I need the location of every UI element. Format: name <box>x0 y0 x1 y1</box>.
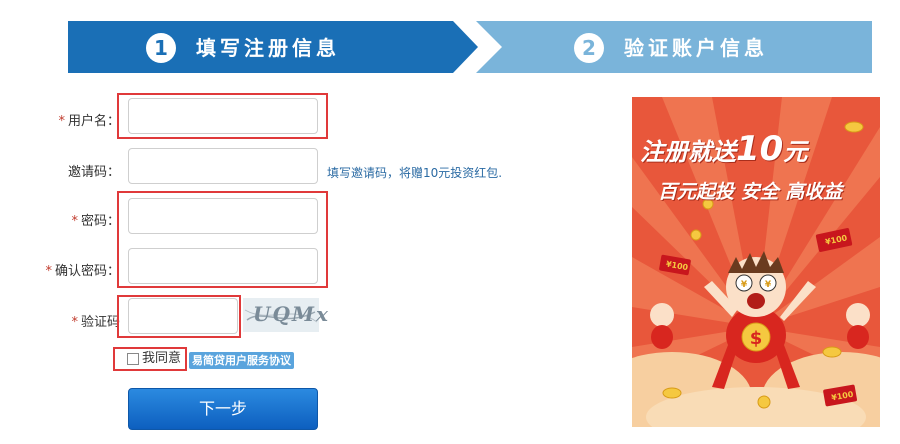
step-1-number: 1 <box>146 33 176 63</box>
captcha-label: * 验证码 <box>30 313 120 333</box>
password-label: * 密码： <box>30 212 120 232</box>
promo-banner[interactable]: ¥100 ¥100 ¥100 $ ¥ ¥ 注册就送10元 百元起投 安全 高收益 <box>632 97 880 427</box>
next-button[interactable]: 下一步 <box>128 388 318 430</box>
invite-label-text: 邀请码： <box>67 165 120 180</box>
svg-text:¥: ¥ <box>765 280 772 290</box>
step-2-label: 验证账户信息 <box>624 36 768 60</box>
step-2: 2 验证账户信息 <box>476 21 872 73</box>
step-2-number: 2 <box>574 33 604 63</box>
password-label-text: 密码： <box>80 214 120 229</box>
promo-amount: 10 <box>736 129 784 169</box>
confirm-password-label: * 确认密码： <box>30 262 120 282</box>
captcha-label-text: 验证码 <box>80 315 120 330</box>
confirm-password-label-text: 确认密码： <box>54 264 120 279</box>
captcha-text: UQMx <box>253 302 330 326</box>
required-mark: * <box>45 264 52 279</box>
required-mark: * <box>71 315 78 330</box>
promo-subtitle: 百元起投 安全 高收益 <box>658 181 843 203</box>
invite-code-input[interactable] <box>128 148 318 184</box>
svg-text:$: $ <box>750 328 763 349</box>
promo-title-text: 注册就送 <box>640 138 736 166</box>
svg-text:¥: ¥ <box>741 280 748 290</box>
agree-highlight <box>113 347 187 371</box>
promo-title: 注册就送10元 <box>640 129 807 169</box>
username-label: * 用户名： <box>30 112 120 132</box>
captcha-image[interactable]: UQMx <box>243 298 328 332</box>
required-mark: * <box>58 114 65 129</box>
promo-unit: 元 <box>783 138 808 166</box>
username-label-text: 用户名： <box>67 114 120 129</box>
terms-link[interactable]: 易简贷用户服务协议 <box>189 352 294 369</box>
required-mark: * <box>71 214 78 229</box>
invite-label: 邀请码： <box>30 163 120 183</box>
step-1-label: 填写注册信息 <box>196 36 340 60</box>
step-1: 1 填写注册信息 <box>68 21 478 73</box>
username-highlight <box>117 93 328 139</box>
invite-hint: 填写邀请码，将赠10元投资红包. <box>327 166 503 180</box>
password-highlight <box>117 191 328 288</box>
captcha-highlight <box>117 295 241 338</box>
